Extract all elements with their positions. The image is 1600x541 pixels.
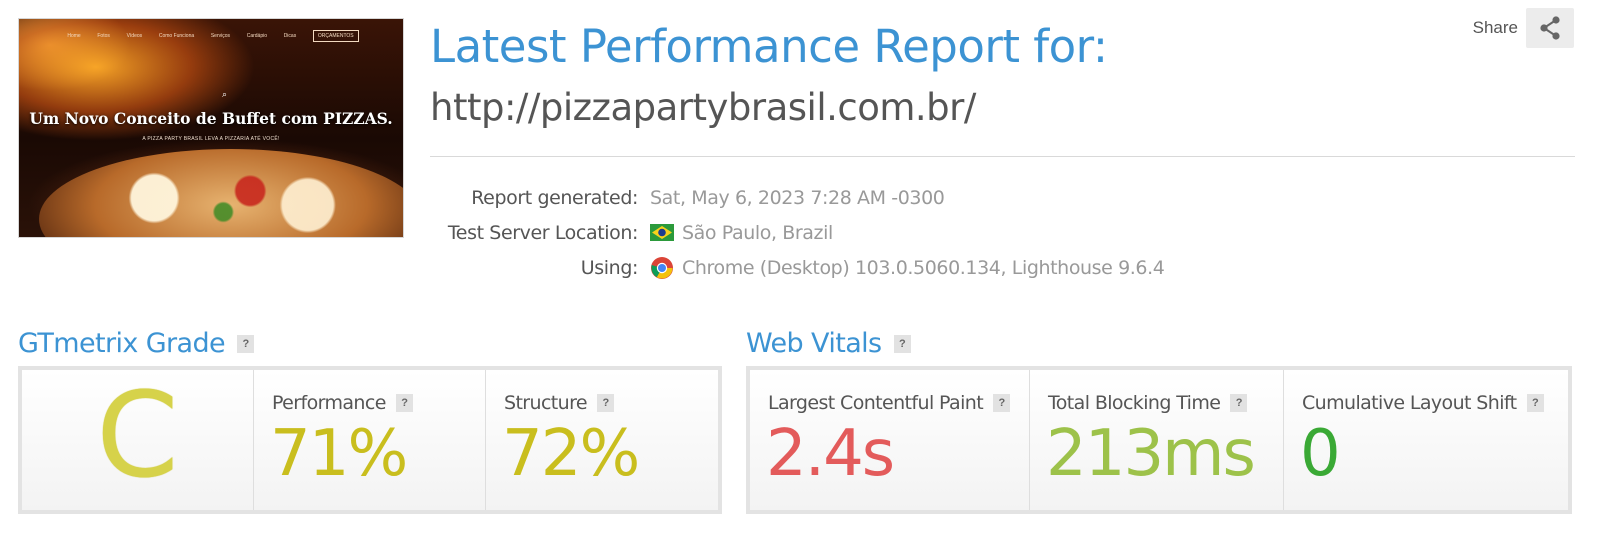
brazil-flag-icon	[650, 224, 674, 241]
thumbnail-nav-item: Como Funciona	[158, 33, 195, 39]
thumbnail-headline: Um Novo Conceito de Buffet com PIZZAS.	[29, 109, 393, 128]
structure-cell: Structure ? 72%	[486, 370, 718, 510]
performance-cell: Performance ? 71%	[254, 370, 486, 510]
help-icon[interactable]: ?	[1526, 394, 1544, 412]
performance-label: Performance	[272, 392, 386, 414]
meta-value: Chrome (Desktop) 103.0.5060.134, Lightho…	[650, 256, 1165, 280]
help-icon[interactable]: ?	[395, 394, 413, 412]
web-vitals-title: Web Vitals ?	[746, 328, 911, 359]
meta-row-server-location: Test Server Location: São Paulo, Brazil	[380, 215, 1164, 250]
share-button[interactable]	[1526, 8, 1574, 48]
gtmetrix-grade-panel: C Performance ? 71% Structure ? 72%	[18, 366, 722, 514]
lcp-value: 2.4s	[766, 417, 895, 491]
divider	[430, 156, 1575, 157]
meta-value: São Paulo, Brazil	[650, 222, 833, 244]
metric-label: Performance ?	[272, 392, 413, 414]
site-screenshot-thumbnail: Home Fotos Vídeos Como Funciona Serviços…	[18, 18, 404, 238]
gtmetrix-grade-title: GTmetrix Grade ?	[18, 328, 255, 359]
performance-value: 71%	[270, 417, 408, 491]
help-icon[interactable]: ?	[597, 394, 614, 412]
tbt-cell: Total Blocking Time ? 213ms	[1030, 370, 1284, 510]
help-icon[interactable]: ?	[893, 334, 911, 353]
meta-label: Report generated:	[471, 186, 638, 209]
thumbnail-nav-item: Home	[67, 33, 81, 39]
structure-value: 72%	[502, 417, 640, 491]
thumbnail-nav-item: Dicas	[283, 33, 297, 39]
thumbnail-nav-item: Vídeos	[126, 33, 143, 39]
meta-label: Using:	[580, 256, 639, 279]
cls-value: 0	[1300, 417, 1341, 491]
help-icon[interactable]: ?	[237, 334, 255, 353]
thumbnail-nav-item: Fotos	[97, 33, 110, 39]
cursor-icon: ⌕	[222, 89, 228, 99]
metric-label: Cumulative Layout Shift ?	[1302, 392, 1544, 414]
section-title-text: GTmetrix Grade	[18, 328, 226, 359]
meta-row-report-generated: Report generated: Sat, May 6, 2023 7:28 …	[380, 180, 1164, 215]
grade-letter: C	[96, 366, 179, 504]
grade-cell: C	[22, 370, 254, 510]
lcp-cell: Largest Contentful Paint ? 2.4s	[750, 370, 1030, 510]
section-title-text: Web Vitals	[746, 328, 882, 359]
meta-label: Test Server Location:	[447, 221, 639, 244]
page-title: Latest Performance Report for:	[430, 20, 1108, 73]
help-icon[interactable]: ?	[1230, 394, 1248, 412]
browser-info: Chrome (Desktop) 103.0.5060.134, Lightho…	[682, 256, 1165, 279]
metric-label: Total Blocking Time ?	[1048, 392, 1248, 414]
report-url: http://pizzapartybrasil.com.br/	[430, 86, 976, 129]
server-location: São Paulo, Brazil	[682, 221, 833, 244]
thumbnail-subheadline: A PIZZA PARTY BRASIL LEVA A PIZZARIA ATÉ…	[142, 136, 280, 142]
report-meta: Report generated: Sat, May 6, 2023 7:28 …	[380, 180, 1165, 285]
thumbnail-nav-button: ORÇAMENTOS	[312, 30, 359, 42]
metric-label: Largest Contentful Paint ?	[768, 392, 1011, 414]
cls-cell: Cumulative Layout Shift ? 0	[1284, 370, 1568, 510]
share-control[interactable]: Share	[1473, 8, 1574, 48]
metric-label: Structure ?	[504, 392, 614, 414]
tbt-label: Total Blocking Time	[1048, 392, 1221, 414]
thumbnail-nav-item: Serviços	[210, 33, 231, 39]
pizza-image	[39, 149, 403, 237]
thumbnail-nav-item: Cardápio	[246, 33, 267, 39]
share-icon	[1540, 16, 1560, 40]
structure-label: Structure	[504, 392, 588, 414]
meta-row-using: Using: Chrome (Desktop) 103.0.5060.134, …	[380, 250, 1165, 285]
help-icon[interactable]: ?	[993, 394, 1011, 412]
meta-value: Sat, May 6, 2023 7:28 AM -0300	[650, 186, 945, 209]
report-date: Sat, May 6, 2023 7:28 AM -0300	[650, 186, 945, 209]
share-label: Share	[1472, 18, 1518, 37]
cls-label: Cumulative Layout Shift	[1302, 392, 1517, 414]
web-vitals-panel: Largest Contentful Paint ? 2.4s Total Bl…	[746, 366, 1572, 514]
thumbnail-nav: Home Fotos Vídeos Como Funciona Serviços…	[59, 27, 367, 45]
lcp-label: Largest Contentful Paint	[768, 392, 984, 414]
chrome-icon	[650, 256, 674, 280]
tbt-value: 213ms	[1046, 417, 1256, 491]
